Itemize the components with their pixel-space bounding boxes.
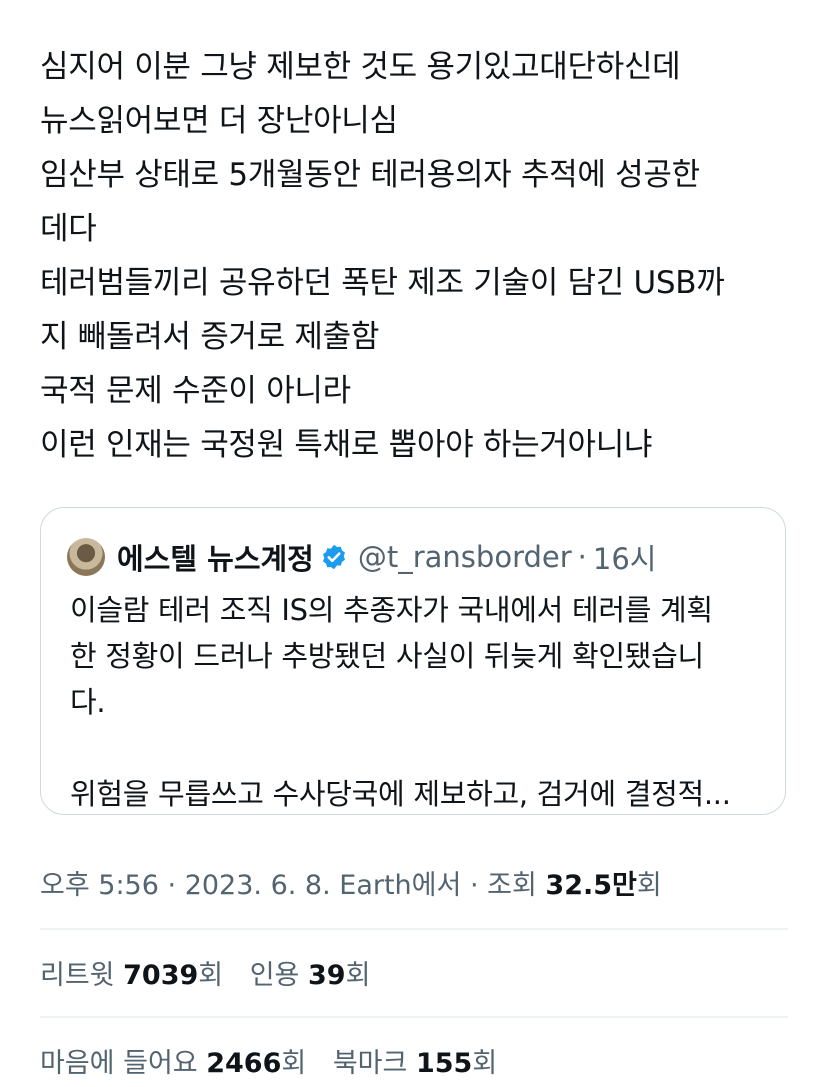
divider	[40, 928, 788, 930]
divider	[40, 1016, 788, 1018]
verified-badge-icon	[320, 543, 348, 571]
quoted-tweet-time[interactable]: 16시	[593, 536, 657, 578]
tweet-text-line: 뉴스읽어보면 더 장난아니심	[40, 103, 398, 139]
quoted-tweet-card[interactable]: 에스텔 뉴스계정 @t_ransborder · 16시 이슬람 테러 조직 I…	[40, 507, 786, 815]
likes-count: 2466	[206, 1048, 282, 1079]
quoted-text-line: 다.	[70, 685, 106, 719]
tweet-text-line: 데다	[40, 211, 97, 247]
tweet-date[interactable]: 2023. 6. 8.	[185, 870, 331, 901]
quotes-count: 39	[308, 960, 346, 991]
tweet-text-line: 국적 문제 수준이 아니라	[40, 373, 351, 409]
tweet-text: 심지어 이분 그냥 제보한 것도 용기있고대단하신데 뉴스읽어보면 더 장난아니…	[40, 40, 800, 472]
retweets-stat[interactable]: 리트윗 7039회	[40, 960, 223, 991]
tweet-text-line: 지 빼돌려서 증거로 제출함	[40, 319, 380, 355]
separator-dot: ·	[469, 870, 479, 901]
quoted-author-name[interactable]: 에스텔 뉴스계정	[117, 536, 314, 578]
bookmarks-label: 북마크	[332, 1048, 408, 1079]
retweets-label: 리트윗	[40, 960, 115, 991]
quoted-text-line: 위험을 무릅쓰고 수사당국에 제보하고, 검거에 결정적...	[70, 777, 731, 811]
retweets-count: 7039	[123, 960, 199, 991]
quotes-label: 인용	[249, 960, 300, 991]
bookmarks-stat[interactable]: 북마크 155회	[333, 1048, 497, 1079]
tweet-text-line: 심지어 이분 그냥 제보한 것도 용기있고대단하신데	[40, 49, 681, 85]
tweet-text-line: 임산부 상태로 5개월동안 테러용의자 추적에 성공한	[40, 157, 700, 193]
separator-dot: ·	[167, 870, 177, 901]
quoted-text-line: 이슬람 테러 조직 IS의 추종자가 국내에서 테러를 계획	[70, 593, 713, 627]
views-suffix: 회	[636, 870, 662, 901]
likes-suffix: 회	[281, 1048, 307, 1079]
quoted-tweet-header: 에스텔 뉴스계정 @t_ransborder · 16시	[67, 537, 656, 577]
tweet-source: Earth에서	[339, 870, 462, 901]
stats-row-retweets: 리트윗 7039회 인용 39회	[40, 953, 388, 992]
tweet-time[interactable]: 오후 5:56	[40, 870, 159, 901]
quoted-text-line: 한 정황이 드러나 추방됐던 사실이 뒤늦게 확인됐습니	[70, 639, 704, 673]
likes-label: 마음에 들어요	[40, 1048, 198, 1079]
quoted-tweet-text: 이슬람 테러 조직 IS의 추종자가 국내에서 테러를 계획 한 정황이 드러나…	[70, 587, 770, 817]
quotes-stat[interactable]: 인용 39회	[250, 960, 371, 991]
bookmarks-suffix: 회	[472, 1048, 498, 1079]
quoted-text-line	[70, 725, 770, 771]
views-count: 32.5만	[545, 870, 637, 901]
bookmarks-count: 155	[415, 1048, 473, 1079]
separator-dot: ·	[577, 540, 587, 574]
avatar[interactable]	[67, 538, 105, 576]
quotes-suffix: 회	[345, 960, 371, 991]
retweets-suffix: 회	[198, 960, 224, 991]
tweet-text-line: 테러범들끼리 공유하던 폭탄 제조 기술이 담긴 USB까	[40, 265, 725, 301]
likes-stat[interactable]: 마음에 들어요 2466회	[40, 1048, 306, 1079]
quoted-author-handle[interactable]: @t_ransborder	[358, 540, 572, 574]
stats-row-likes: 마음에 들어요 2466회 북마크 155회	[40, 1041, 515, 1080]
tweet-text-line: 이런 인재는 국정원 특채로 뽑아야 하는거아니냐	[40, 427, 653, 463]
views-label: 조회	[487, 870, 537, 901]
tweet-meta: 오후 5:56 · 2023. 6. 8. Earth에서 · 조회 32.5만…	[40, 863, 662, 902]
